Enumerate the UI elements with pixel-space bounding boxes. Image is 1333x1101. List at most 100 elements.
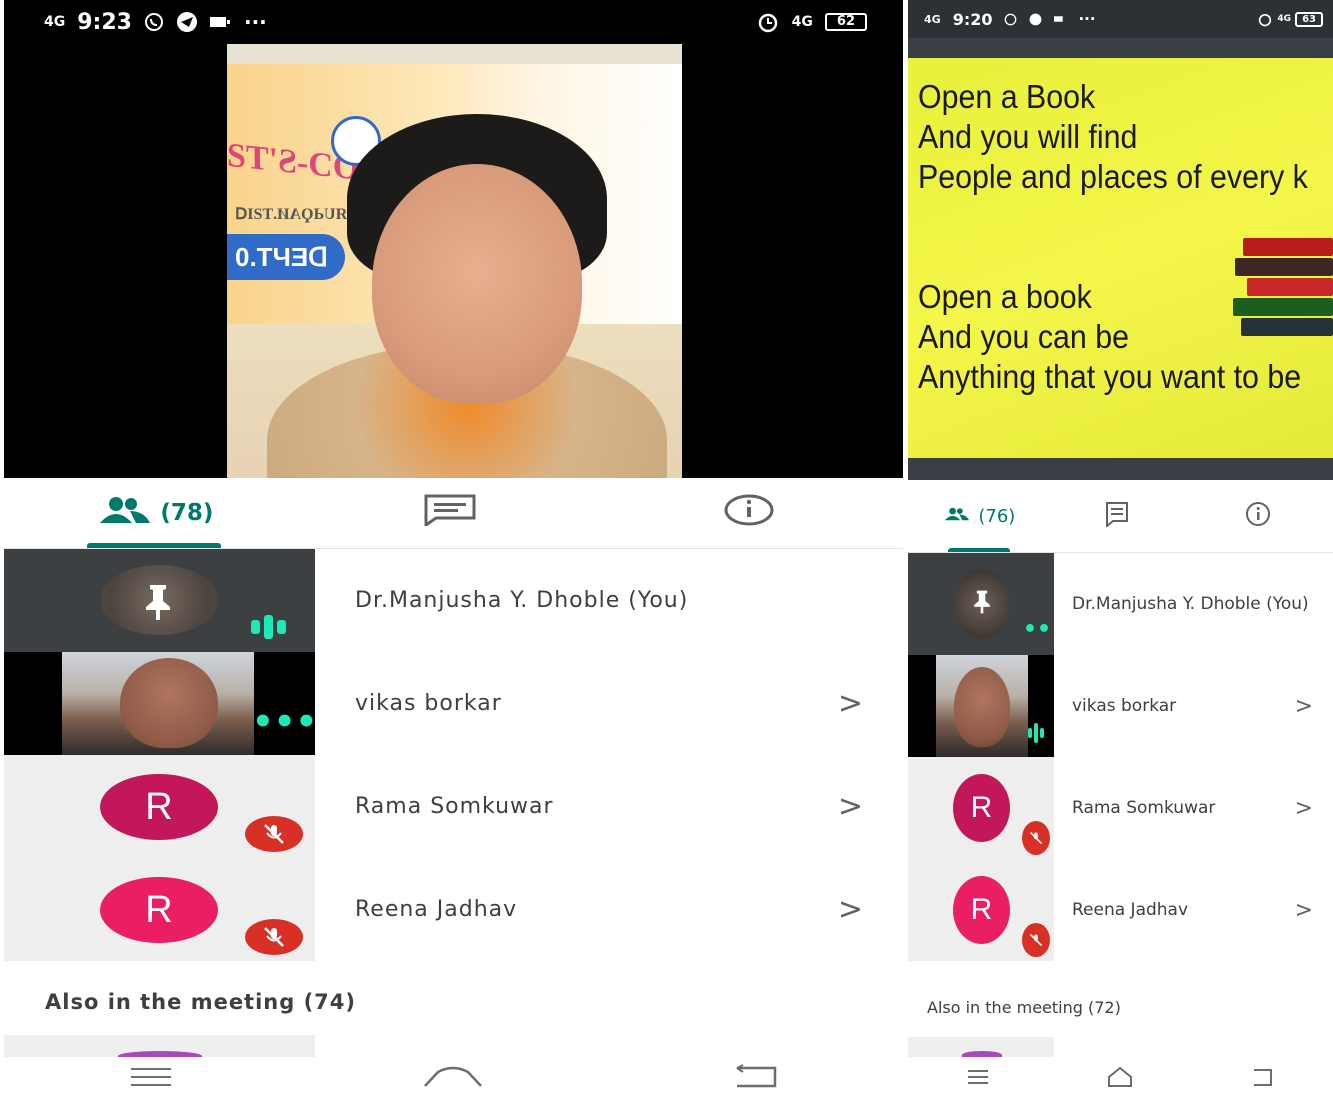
home-icon[interactable]	[1106, 1065, 1134, 1093]
slide-line: Anything that you want to be	[918, 358, 1302, 395]
book	[1241, 318, 1333, 336]
participant-name: Dr.Manjusha Y. Dhoble (You)	[1072, 594, 1309, 614]
participant-row[interactable]: R Rama Somkuwar >	[4, 755, 903, 858]
clock: 9:23	[77, 9, 132, 35]
participant-video	[936, 655, 1028, 757]
books-image	[1228, 228, 1333, 353]
tab-info[interactable]	[1191, 480, 1333, 552]
people-icon	[94, 495, 160, 531]
speaking-indicator-icon	[251, 615, 286, 639]
avatar: R	[953, 774, 1010, 842]
home-icon[interactable]	[422, 1064, 484, 1094]
participant-tile: R	[4, 858, 315, 961]
book	[1243, 238, 1333, 256]
tab-people[interactable]: (76)	[908, 480, 1050, 552]
participant-name: Rama Somkuwar	[1072, 798, 1216, 818]
network-indicator-right: 4G	[1277, 14, 1292, 24]
menu-icon[interactable]	[129, 1065, 173, 1093]
participant-tile	[4, 549, 315, 652]
speaking-indicator-icon	[1028, 723, 1044, 743]
slide-line: And you can be	[918, 318, 1129, 355]
status-bar: 4G 9:20 ··· 4G 63	[908, 0, 1333, 38]
participant-row[interactable]: R Rama Somkuwar >	[908, 757, 1333, 859]
notification-icon	[1054, 14, 1066, 24]
whatsapp-icon	[144, 12, 164, 32]
telegram-icon	[176, 11, 198, 33]
chevron-right-icon[interactable]: >	[838, 789, 863, 824]
tab-info[interactable]	[603, 478, 903, 548]
tab-people[interactable]: (78)	[4, 478, 304, 548]
participant-tile: •••	[4, 652, 315, 755]
pin-icon	[138, 581, 178, 625]
info-icon	[1245, 501, 1279, 532]
network-indicator: 4G	[924, 12, 941, 26]
mic-off-icon	[1022, 923, 1050, 957]
tab-bar: (78)	[4, 478, 903, 549]
mic-off-icon	[245, 919, 303, 955]
tab-bar: (76)	[908, 480, 1333, 553]
chat-icon	[424, 494, 484, 532]
chevron-right-icon[interactable]: >	[1295, 796, 1313, 821]
network-indicator-right: 4G	[791, 14, 813, 30]
also-in-meeting-heading: Also in the meeting (72)	[927, 998, 1121, 1017]
mic-off-icon	[1022, 821, 1050, 855]
tab-chat[interactable]	[1050, 480, 1192, 552]
status-bar: 4G 9:23 ··· 4G 62	[4, 0, 903, 44]
notification-icon	[209, 15, 232, 29]
participant-list: ••• Dr.Manjusha Y. Dhoble (You) vikas bo…	[908, 553, 1333, 961]
people-count: (76)	[978, 505, 1016, 527]
chevron-right-icon[interactable]: >	[1295, 898, 1313, 923]
book	[1247, 278, 1333, 296]
slide-line: And you will find	[918, 118, 1138, 155]
slide-line: Open a book	[918, 278, 1092, 315]
participant-tile: R	[908, 859, 1054, 961]
more-notifications-icon: ···	[1078, 10, 1096, 28]
more-notifications-icon: ···	[243, 10, 267, 34]
audio-dots-icon: •••	[1023, 617, 1054, 642]
menu-icon[interactable]	[967, 1067, 989, 1091]
participant-name: Rama Somkuwar	[355, 794, 554, 819]
participant-row[interactable]: vikas borkar >	[908, 655, 1333, 757]
avatar: R	[100, 877, 218, 943]
alarm-icon	[756, 11, 780, 33]
participant-row-self[interactable]: Dr.Manjusha Y. Dhoble (You)	[4, 549, 903, 652]
participant-row[interactable]: R Reena Jadhav >	[908, 859, 1333, 961]
people-count: (78)	[160, 500, 214, 526]
participant-tile-peek	[908, 1037, 1054, 1059]
participant-row-self[interactable]: ••• Dr.Manjusha Y. Dhoble (You)	[908, 553, 1333, 655]
presentation-slide: Open a Book And you will find People and…	[908, 58, 1333, 458]
participant-name: vikas borkar	[355, 691, 502, 716]
main-video[interactable]: Open a Book And you will find People and…	[908, 0, 1333, 480]
people-icon	[942, 503, 978, 530]
battery-indicator: 63	[1295, 11, 1323, 27]
back-icon[interactable]	[1251, 1066, 1275, 1092]
participant-row[interactable]: ••• vikas borkar >	[4, 652, 903, 755]
back-icon[interactable]	[733, 1064, 779, 1094]
participant-name: Dr.Manjusha Y. Dhoble (You)	[355, 588, 689, 613]
banner-mirrored-badge: 0.TЧƎᗡ	[227, 234, 345, 280]
participant-name: Reena Jadhav	[355, 897, 518, 922]
book	[1233, 298, 1333, 316]
slide-line: Open a Book	[918, 78, 1096, 115]
left-screenshot: ƎƆЯƎMMOƆ-S'TƧ ЯUԀϘAИ.TƧIᗡ 0.TЧƎᗡ 4G 9:23…	[4, 0, 903, 1101]
right-screenshot: Open a Book And you will find People and…	[908, 0, 1333, 1101]
chevron-right-icon[interactable]: >	[838, 686, 863, 721]
slide-line: People and places of every k	[918, 158, 1308, 195]
speaker-video: ƎƆЯƎMMOƆ-S'TƧ ЯUԀϘAИ.TƧIᗡ 0.TЧƎᗡ	[227, 44, 682, 478]
banner-mirrored-subtext: ЯUԀϘAИ.TƧIᗡ	[235, 206, 348, 223]
tab-chat[interactable]	[304, 478, 604, 548]
system-nav-bar	[908, 1057, 1333, 1101]
participant-name: vikas borkar	[1072, 696, 1177, 716]
main-video[interactable]: ƎƆЯƎMMOƆ-S'TƧ ЯUԀϘAИ.TƧIᗡ 0.TЧƎᗡ 4G 9:23…	[4, 0, 903, 478]
pin-icon	[969, 586, 995, 620]
chevron-right-icon[interactable]: >	[1295, 694, 1313, 719]
participant-video	[62, 652, 254, 755]
mic-off-icon	[245, 816, 303, 852]
participant-tile	[908, 655, 1054, 757]
clock: 9:20	[952, 9, 993, 29]
chat-icon	[1105, 501, 1137, 532]
participant-tile-peek	[4, 1035, 315, 1061]
chevron-right-icon[interactable]: >	[838, 892, 863, 927]
participant-tile: •••	[908, 553, 1054, 655]
participant-row[interactable]: R Reena Jadhav >	[4, 858, 903, 961]
